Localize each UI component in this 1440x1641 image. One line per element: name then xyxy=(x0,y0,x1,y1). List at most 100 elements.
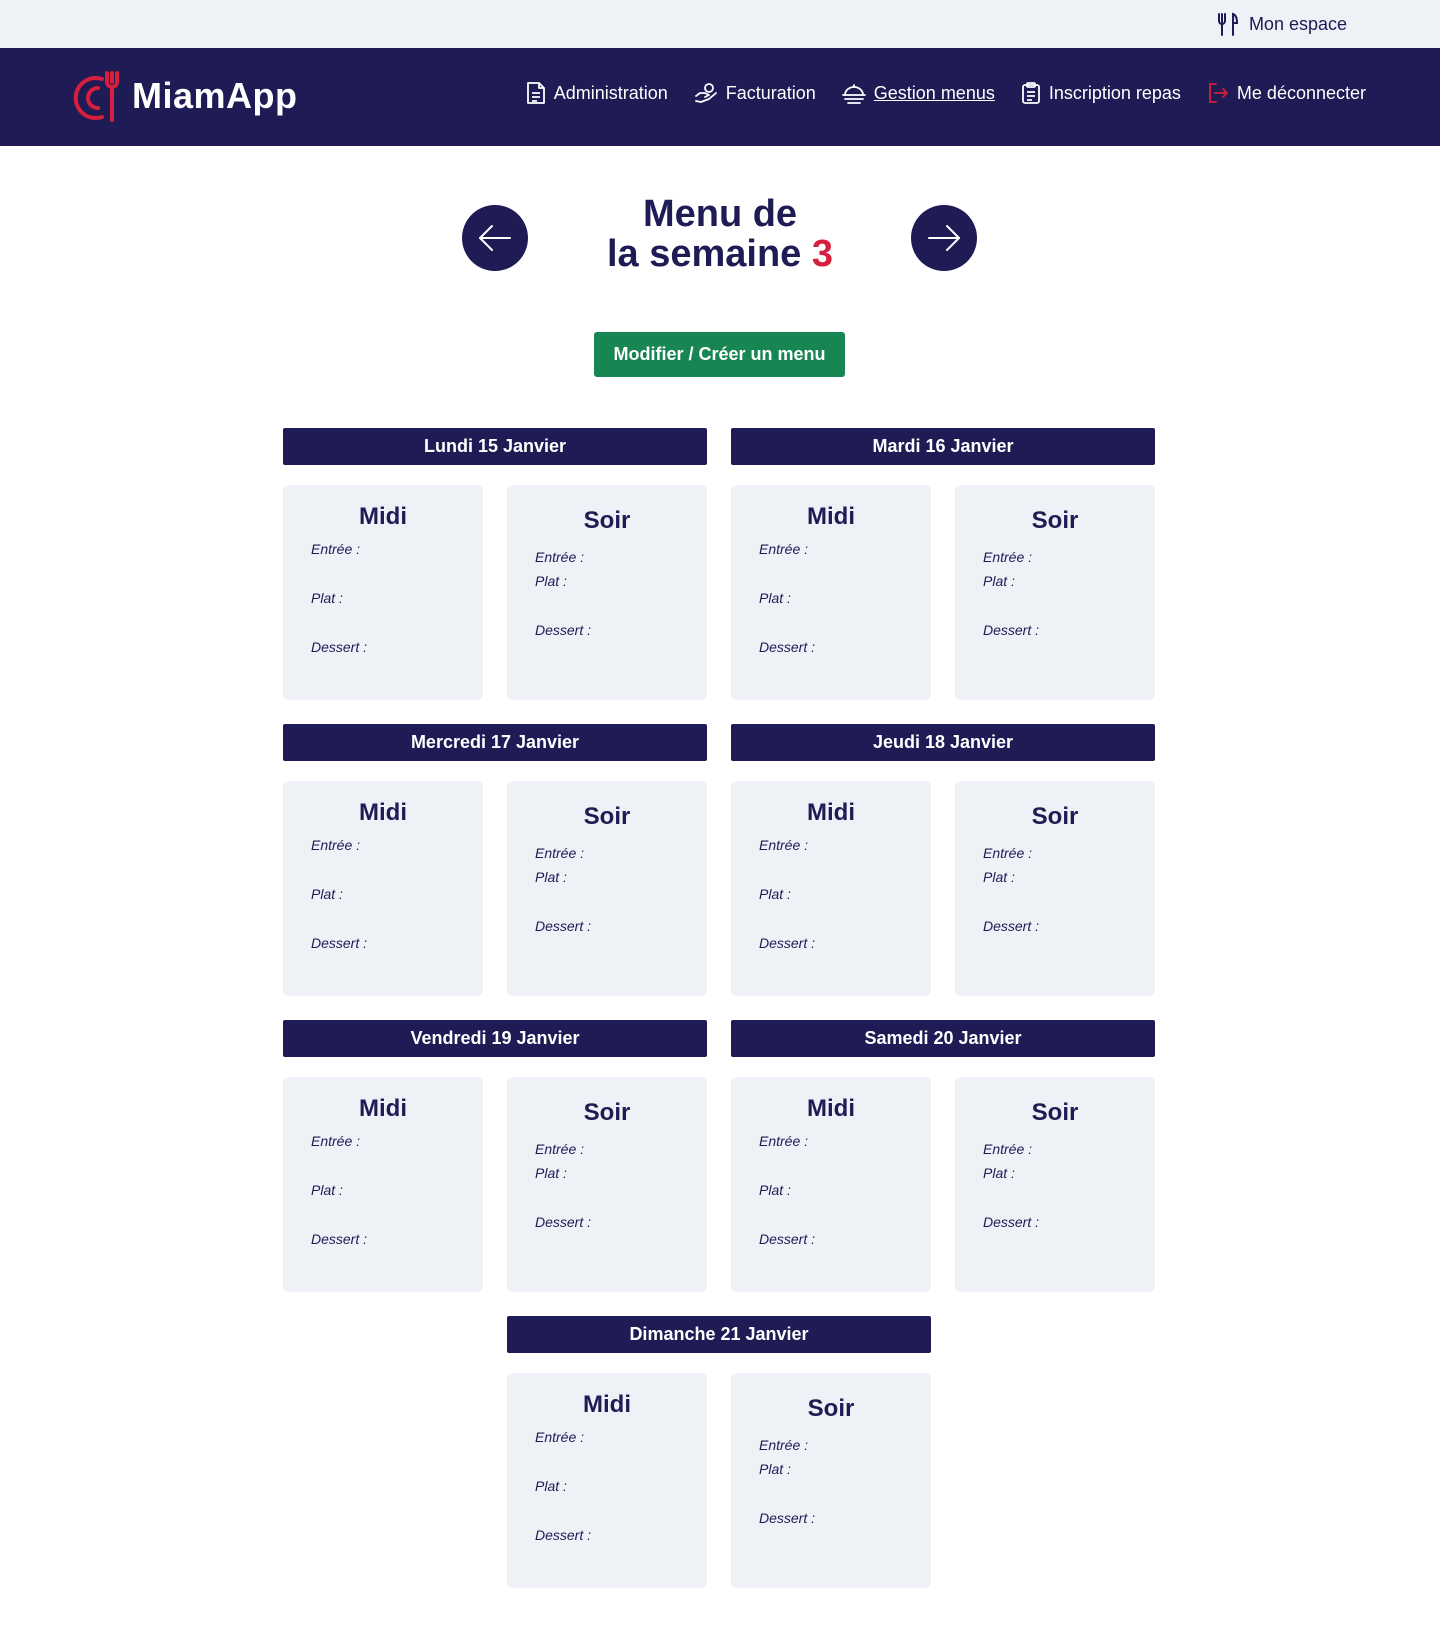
plat-label: Plat : xyxy=(535,573,567,589)
entree-label: Entrée : xyxy=(535,1141,585,1157)
main-navbar: MiamApp Administration Facturation Gesti… xyxy=(0,48,1440,146)
meal-title: Midi xyxy=(583,1391,631,1418)
dessert-label: Dessert : xyxy=(535,1214,592,1230)
day-card: Dimanche 21 Janvier Midi Entrée : Plat :… xyxy=(507,1316,931,1588)
meal-card-midi[interactable]: Midi Entrée : Plat : Dessert : xyxy=(731,1077,931,1292)
page-title: Menu de la semaine 3 xyxy=(570,194,870,274)
meals-row: Midi Entrée : Plat : Dessert : Soir Entr… xyxy=(283,485,707,700)
meal-card-midi[interactable]: Midi Entrée : Plat : Dessert : xyxy=(283,781,483,996)
meal-card-soir[interactable]: Soir Entrée : Plat : Dessert : xyxy=(955,781,1155,996)
week-number: 3 xyxy=(811,233,834,275)
day-header: Jeudi 18 Janvier xyxy=(731,724,1155,761)
plat-label: Plat : xyxy=(759,1182,791,1198)
arrow-left-icon xyxy=(479,225,511,251)
meal-card-soir[interactable]: Soir Entrée : Plat : Dessert : xyxy=(955,1077,1155,1292)
nav-inscription-repas-label: Inscription repas xyxy=(1048,82,1181,103)
meal-card-soir[interactable]: Soir Entrée : Plat : Dessert : xyxy=(731,1373,931,1588)
meal-card-soir[interactable]: Soir Entrée : Plat : Dessert : xyxy=(507,1077,707,1292)
arrow-right-icon xyxy=(928,225,960,251)
meal-card-midi[interactable]: Midi Entrée : Plat : Dessert : xyxy=(283,485,483,700)
entree-label: Entrée : xyxy=(759,541,809,557)
create-menu-button[interactable]: Modifier / Créer un menu xyxy=(594,332,845,377)
dessert-label: Dessert : xyxy=(759,935,816,951)
meal-title: Midi xyxy=(359,503,407,530)
plat-label: Plat : xyxy=(983,573,1015,589)
dessert-label: Dessert : xyxy=(535,1527,592,1543)
plat-label: Plat : xyxy=(983,1165,1015,1181)
meals-row: Midi Entrée : Plat : Dessert : Soir Entr… xyxy=(731,781,1155,996)
nav-logout-label: Me déconnecter xyxy=(1236,82,1366,103)
fork-knife-icon xyxy=(1217,12,1238,36)
page-title-line2: la semaine 3 xyxy=(570,234,870,274)
dessert-label: Dessert : xyxy=(983,918,1040,934)
clipboard-icon xyxy=(1021,82,1040,104)
meal-title: Midi xyxy=(359,799,407,826)
entree-label: Entrée : xyxy=(983,549,1033,565)
meals-row: Midi Entrée : Plat : Dessert : Soir Entr… xyxy=(731,1077,1155,1292)
day-card: Jeudi 18 Janvier Midi Entrée : Plat : De… xyxy=(731,724,1155,996)
previous-week-button[interactable] xyxy=(462,205,528,271)
plat-label: Plat : xyxy=(759,590,791,606)
meals-row: Midi Entrée : Plat : Dessert : Soir Entr… xyxy=(283,1077,707,1292)
plat-label: Plat : xyxy=(311,590,343,606)
nav-administration-label: Administration xyxy=(553,82,668,103)
nav-gestion-menus[interactable]: Gestion menus xyxy=(841,81,995,105)
day-header: Samedi 20 Janvier xyxy=(731,1020,1155,1057)
dessert-label: Dessert : xyxy=(535,622,592,638)
nav-inscription-repas[interactable]: Inscription repas xyxy=(1021,81,1181,105)
document-icon xyxy=(526,82,545,104)
meal-card-midi[interactable]: Midi Entrée : Plat : Dessert : xyxy=(283,1077,483,1292)
page-title-line1: Menu de xyxy=(642,193,798,235)
meal-title: Midi xyxy=(807,503,855,530)
entree-label: Entrée : xyxy=(535,845,585,861)
dessert-label: Dessert : xyxy=(535,918,592,934)
meal-card-soir[interactable]: Soir Entrée : Plat : Dessert : xyxy=(955,485,1155,700)
nav-facturation-label: Facturation xyxy=(725,82,816,103)
next-week-button[interactable] xyxy=(911,205,977,271)
miamapp-logo-icon xyxy=(73,71,119,122)
dessert-label: Dessert : xyxy=(311,639,368,655)
dessert-label: Dessert : xyxy=(983,1214,1040,1230)
nav-logout[interactable]: Me déconnecter xyxy=(1207,81,1366,105)
day-card: Mardi 16 Janvier Midi Entrée : Plat : De… xyxy=(731,428,1155,700)
meals-row: Midi Entrée : Plat : Dessert : Soir Entr… xyxy=(507,1373,931,1588)
entree-label: Entrée : xyxy=(759,1133,809,1149)
entree-label: Entrée : xyxy=(759,1437,809,1453)
plat-label: Plat : xyxy=(535,869,567,885)
meal-title: Soir xyxy=(583,1099,631,1126)
meal-card-midi[interactable]: Midi Entrée : Plat : Dessert : xyxy=(731,485,931,700)
meal-card-midi[interactable]: Midi Entrée : Plat : Dessert : xyxy=(731,781,931,996)
day-card: Lundi 15 Janvier Midi Entrée : Plat : De… xyxy=(283,428,707,700)
meal-title: Soir xyxy=(1031,1099,1079,1126)
meal-card-midi[interactable]: Midi Entrée : Plat : Dessert : xyxy=(507,1373,707,1588)
dessert-label: Dessert : xyxy=(759,639,816,655)
entree-label: Entrée : xyxy=(983,1141,1033,1157)
plat-label: Plat : xyxy=(983,869,1015,885)
main-nav: Administration Facturation Gestion menus… xyxy=(526,81,1366,105)
meal-card-soir[interactable]: Soir Entrée : Plat : Dessert : xyxy=(507,485,707,700)
meals-row: Midi Entrée : Plat : Dessert : Soir Entr… xyxy=(283,781,707,996)
entree-label: Entrée : xyxy=(535,549,585,565)
plat-label: Plat : xyxy=(759,1461,791,1477)
meal-title: Soir xyxy=(583,803,631,830)
day-card: Samedi 20 Janvier Midi Entrée : Plat : D… xyxy=(731,1020,1155,1292)
meal-title: Midi xyxy=(807,1095,855,1122)
meals-row: Midi Entrée : Plat : Dessert : Soir Entr… xyxy=(731,485,1155,700)
entree-label: Entrée : xyxy=(759,837,809,853)
money-hand-icon xyxy=(694,83,717,103)
day-card: Vendredi 19 Janvier Midi Entrée : Plat :… xyxy=(283,1020,707,1292)
dessert-label: Dessert : xyxy=(311,935,368,951)
nav-facturation[interactable]: Facturation xyxy=(694,81,816,105)
meal-title: Midi xyxy=(807,799,855,826)
plat-label: Plat : xyxy=(535,1478,567,1494)
logout-icon xyxy=(1209,83,1228,103)
meal-card-soir[interactable]: Soir Entrée : Plat : Dessert : xyxy=(507,781,707,996)
dessert-label: Dessert : xyxy=(759,1510,816,1526)
plat-label: Plat : xyxy=(759,886,791,902)
mon-espace-link[interactable]: Mon espace xyxy=(1217,12,1347,36)
day-header: Mercredi 17 Janvier xyxy=(283,724,707,761)
entree-label: Entrée : xyxy=(311,541,361,557)
brand-logo[interactable]: MiamApp xyxy=(72,70,298,122)
entree-label: Entrée : xyxy=(311,1133,361,1149)
nav-administration[interactable]: Administration xyxy=(526,81,668,105)
